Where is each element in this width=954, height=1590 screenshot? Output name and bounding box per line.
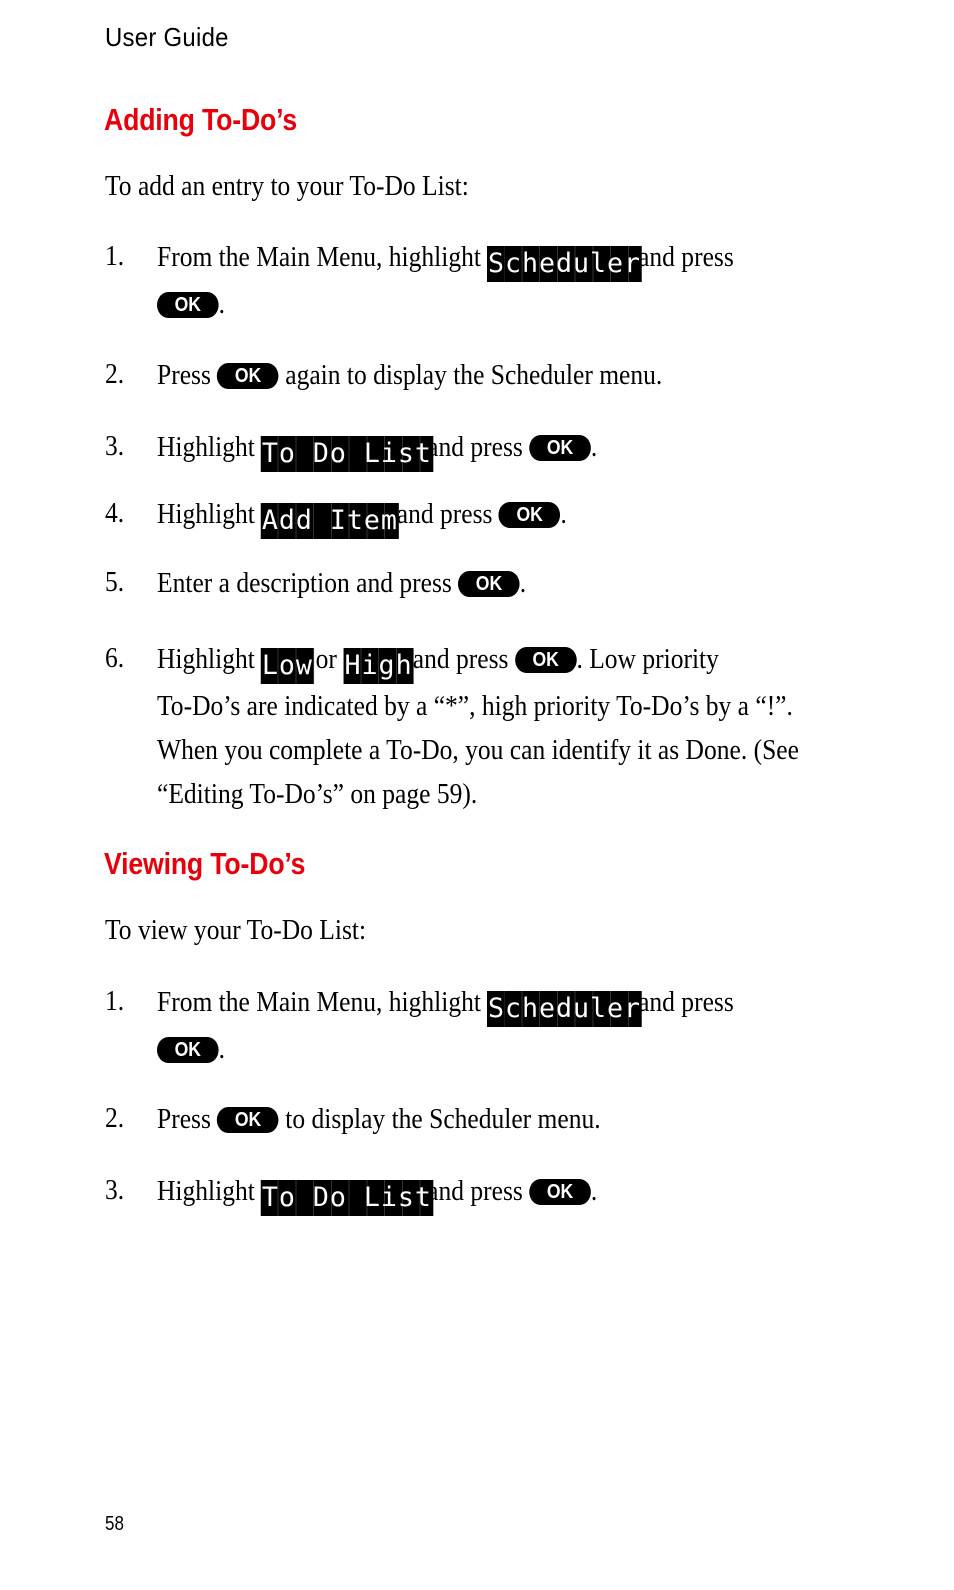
- ok-key-icon: OK: [217, 1107, 279, 1133]
- lcd-menu-label-low: Low: [261, 648, 315, 684]
- step-number: 2.: [105, 1102, 125, 1134]
- step-text: From the Main Menu, highlight: [157, 986, 481, 1018]
- step-text: and press: [396, 498, 493, 530]
- step-text: or: [315, 643, 337, 675]
- lcd-menu-label-to-do-list: To Do List: [261, 1180, 434, 1216]
- lcd-menu-label-scheduler: Scheduler: [487, 246, 643, 282]
- running-header: User Guide: [105, 22, 229, 52]
- ok-key-icon: OK: [157, 292, 219, 318]
- page-number: 58: [105, 1513, 124, 1535]
- section-intro-viewing: To view your To-Do List:: [105, 914, 367, 946]
- ok-key-icon: OK: [217, 363, 279, 389]
- step-text: and press: [638, 986, 734, 1018]
- step-text: to display the Scheduler menu.: [285, 1103, 601, 1135]
- lcd-menu-label-add-item: Add Item: [261, 503, 400, 539]
- lcd-menu-label-to-do-list: To Do List: [261, 436, 434, 472]
- step-text: Highlight: [157, 643, 255, 675]
- step-number: 1.: [105, 985, 125, 1017]
- step-text: Press: [157, 1103, 211, 1135]
- step-number: 2.: [105, 358, 125, 390]
- step-text: To-Do’s are indicated by a “*”, high pri…: [157, 690, 793, 722]
- section-heading-viewing: Viewing To-Do’s: [104, 846, 306, 881]
- step-text: .: [590, 1175, 598, 1207]
- step-text: Enter a description and press: [157, 567, 452, 599]
- step-text: .: [590, 431, 598, 463]
- step-number: 3.: [105, 1174, 125, 1206]
- step-text: When you complete a To-Do, you can ident…: [157, 734, 799, 766]
- lcd-menu-label-high: High: [343, 648, 414, 684]
- ok-key-icon: OK: [498, 502, 561, 528]
- step-text: Highlight: [157, 498, 255, 530]
- step-text: . Low priority: [576, 643, 719, 675]
- ok-key-icon: OK: [458, 571, 520, 597]
- step-text: Highlight: [157, 431, 255, 463]
- step-number: 3.: [105, 430, 125, 462]
- section-intro-adding: To add an entry to your To-Do List:: [105, 170, 469, 202]
- step-text: .: [519, 567, 527, 599]
- step-text: Press: [157, 359, 211, 391]
- step-text: and press: [427, 1175, 523, 1207]
- ok-key-icon: OK: [529, 1179, 591, 1205]
- step-text: From the Main Menu, highlight: [157, 241, 481, 273]
- step-number: 6.: [105, 642, 125, 674]
- ok-key-icon: OK: [514, 647, 577, 673]
- step-number: 1.: [105, 240, 125, 272]
- step-text: .: [560, 498, 567, 530]
- ok-key-icon: OK: [529, 435, 591, 461]
- ok-key-icon: OK: [157, 1037, 219, 1063]
- section-heading-adding: Adding To-Do’s: [104, 102, 298, 137]
- step-text: .: [218, 288, 225, 320]
- step-text: and press: [427, 431, 523, 463]
- step-text: again to display the Scheduler menu.: [285, 359, 663, 391]
- step-number: 5.: [105, 566, 125, 598]
- step-text: and press: [638, 241, 734, 273]
- step-text-cross-reference: “Editing To-Do’s” on page 59).: [157, 778, 478, 810]
- step-text: and press: [412, 643, 509, 675]
- step-text: Highlight: [157, 1175, 255, 1207]
- step-text: .: [218, 1033, 225, 1065]
- step-number: 4.: [105, 497, 125, 529]
- lcd-menu-label-scheduler: Scheduler: [487, 991, 643, 1027]
